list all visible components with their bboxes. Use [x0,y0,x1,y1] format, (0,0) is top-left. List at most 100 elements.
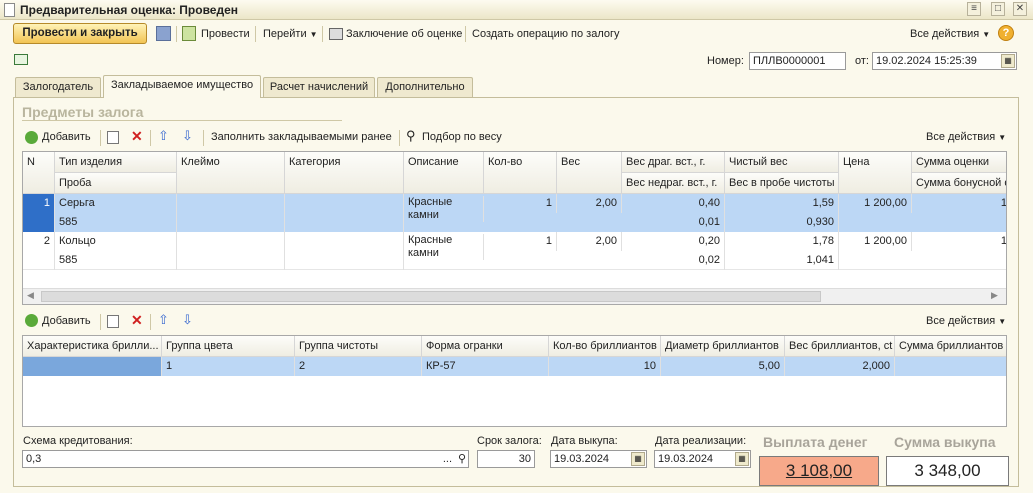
pledge-term-field[interactable]: 30 [477,450,535,468]
post-button[interactable]: Провести [201,25,250,43]
scrollbar-thumb[interactable] [41,291,821,302]
item-qty: 1 [484,232,557,251]
menu-icon[interactable]: ≡ [967,2,981,16]
post-icon [182,26,196,41]
items-all-actions-menu[interactable]: Все действия ▼ [926,131,1006,143]
col-header-category[interactable]: Категория [285,152,404,194]
scroll-left-icon[interactable]: ◀ [27,290,34,301]
col-header-purity-weight[interactable]: Вес в пробе чистоты [725,173,839,194]
all-actions-label: Все действия [910,28,980,40]
tab-pledged-property[interactable]: Закладываемое имущество [103,75,261,98]
close-icon[interactable]: ✕ [1013,2,1027,16]
diamond-color-group: 1 [162,357,295,376]
all-actions-menu[interactable]: Все действия ▼ [910,25,990,43]
col-header-weight[interactable]: Вес [557,152,622,194]
col-header-type[interactable]: Тип изделия [55,152,177,173]
calendar-icon[interactable]: ▦ [1001,54,1015,68]
item-net-weight: 1,78 [725,232,839,251]
col-header-clarity-group[interactable]: Группа чистоты [295,336,422,357]
pledge-term-label: Срок залога: [477,435,542,447]
move-down-icon[interactable]: ⇩ [182,312,193,328]
move-up-icon[interactable]: ⇧ [158,312,169,328]
col-header-sum[interactable]: Сумма оценки [912,152,1006,173]
col-header-precious-weight[interactable]: Вес драг. вст., г. [622,152,725,173]
diamonds-all-actions-menu[interactable]: Все действия ▼ [926,315,1006,327]
ellipsis-icon[interactable]: ... [443,451,452,467]
dropdown-arrow-icon: ▼ [998,317,1007,326]
search-icon[interactable]: ⚲ [458,451,466,467]
row-number: 1 [23,194,55,232]
help-icon[interactable]: ? [998,25,1014,41]
goto-label: Перейти [263,28,307,40]
col-header-bonus[interactable]: Сумма бонусной о [912,173,1006,194]
items-add-button[interactable]: Добавить [42,131,91,143]
delete-icon[interactable]: ✕ [131,128,143,145]
item-price: 1 200,00 [839,232,912,251]
col-header-diamond-diameter[interactable]: Диаметр бриллиантов [661,336,785,357]
move-down-icon[interactable]: ⇩ [182,128,193,144]
maximize-icon[interactable]: □ [991,2,1005,16]
item-probe: 585 [55,213,177,232]
diamonds-table[interactable]: Характеристика брилли... Группа цвета Гр… [22,335,1007,427]
item-description-line2: камни [408,209,439,221]
dropdown-arrow-icon: ▼ [998,133,1007,142]
items-table[interactable]: N Тип изделия Проба Клеймо Категория Опи… [22,151,1007,305]
copy-icon[interactable] [107,131,119,144]
buyout-date-field[interactable]: 19.03.2024 ▦ [550,450,647,468]
add-icon [25,314,38,327]
tab-additional[interactable]: Дополнительно [377,77,473,97]
tab-pledger[interactable]: Залогодатель [15,77,101,97]
number-field[interactable]: ПЛЛВ0000001 [749,52,846,70]
col-header-diamond-count[interactable]: Кол-во бриллиантов [549,336,661,357]
add-icon [25,131,38,144]
sale-date-label: Дата реализации: [655,435,747,447]
message-icon[interactable] [14,54,28,65]
diamonds-add-button[interactable]: Добавить [42,315,91,327]
col-header-description[interactable]: Описание [404,152,484,194]
col-header-diamond-weight[interactable]: Вес бриллиантов, ct [785,336,895,357]
calendar-icon[interactable]: ▦ [631,452,645,466]
credit-scheme-field[interactable]: 0,3 ... ⚲ [22,450,469,468]
col-header-diamond-sum[interactable]: Сумма бриллиантов [895,336,1006,357]
col-header-qty[interactable]: Кол-во [484,152,557,194]
table-row[interactable]: 1 2 КР-57 10 5,00 2,000 [23,357,1006,376]
goto-menu[interactable]: Перейти ▼ [263,25,318,43]
horizontal-scrollbar[interactable]: ◀ ▶ [23,288,1006,304]
conclusion-button[interactable]: Заключение об оценке [346,25,462,43]
diamond-characteristic [23,357,162,376]
col-header-characteristic[interactable]: Характеристика брилли... [23,336,162,357]
col-header-n[interactable]: N [23,152,55,194]
document-date-field[interactable]: 19.02.2024 15:25:39 ▦ [872,52,1017,70]
diamond-count: 10 [549,357,661,376]
col-header-color-group[interactable]: Группа цвета [162,336,295,357]
create-pledge-operation-button[interactable]: Создать операцию по залогу [472,25,620,43]
credit-scheme-value: 0,3 [26,453,42,465]
calendar-icon[interactable]: ▦ [735,452,749,466]
copy-icon[interactable] [107,315,119,328]
payout-label: Выплата денег [763,434,868,450]
item-purity-weight: 1,041 [725,251,839,270]
col-header-nonprecious-weight[interactable]: Вес недраг. вст., г. [622,173,725,194]
scroll-right-icon[interactable]: ▶ [991,290,998,301]
delete-icon[interactable]: ✕ [131,312,143,329]
table-row[interactable]: 2 Кольцо 585 Красные камни 1 2,00 0,20 0,… [23,232,1006,270]
col-header-net-weight[interactable]: Чистый вес [725,152,839,173]
tab-accruals[interactable]: Расчет начислений [263,77,375,97]
col-header-cut-shape[interactable]: Форма огранки [422,336,549,357]
sale-date-field[interactable]: 19.03.2024 ▦ [654,450,751,468]
dropdown-arrow-icon: ▼ [309,30,318,39]
dropdown-arrow-icon: ▼ [982,30,991,39]
redeem-label: Сумма выкупа [894,434,996,450]
table-row[interactable]: 1 Серьга 585 Красные камни 1 2,00 0,40 0,… [23,194,1006,232]
save-icon[interactable] [156,26,171,41]
item-type: Кольцо [55,232,177,251]
col-header-probe[interactable]: Проба [55,173,177,194]
item-description-line1: Красные [408,196,453,208]
weight-selection-button[interactable]: Подбор по весу [422,131,502,143]
col-header-mark[interactable]: Клеймо [177,152,285,194]
fill-previous-button[interactable]: Заполнить закладываемыми ранее [211,131,392,143]
post-and-close-button[interactable]: Провести и закрыть [13,23,147,44]
move-up-icon[interactable]: ⇧ [158,128,169,144]
col-header-price[interactable]: Цена [839,152,912,194]
item-price: 1 200,00 [839,194,912,213]
